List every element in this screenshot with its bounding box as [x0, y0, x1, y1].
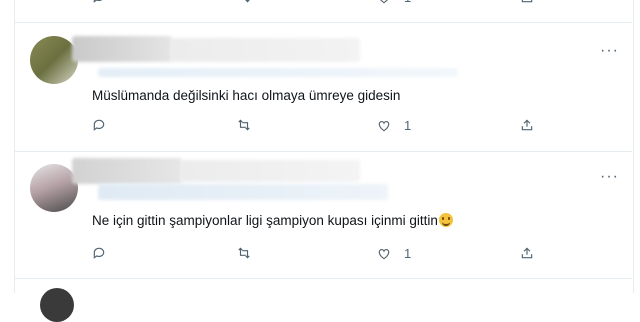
grinning-face-emoji-icon — [438, 213, 453, 227]
like-count: 1 — [404, 0, 411, 5]
tweet-text: Müslümanda değilsinki hacı olmaya ümreye… — [92, 88, 401, 103]
share-button[interactable] — [520, 246, 534, 260]
share-icon — [521, 0, 533, 3]
blurred-handle — [180, 160, 360, 182]
share-icon — [521, 247, 533, 259]
retweet-button[interactable] — [236, 0, 252, 4]
blurred-display-name — [72, 36, 172, 62]
share-button[interactable] — [520, 0, 534, 4]
divider — [14, 278, 632, 279]
partial-action-bar: 1 — [0, 0, 640, 10]
avatar[interactable] — [30, 164, 78, 212]
more-options-button[interactable]: ··· — [600, 169, 619, 185]
avatar[interactable] — [30, 36, 78, 84]
tweet-text: Ne için gittin şampiyonlar ligi şampiyon… — [92, 213, 453, 228]
divider — [14, 22, 632, 23]
reply-button[interactable] — [92, 118, 118, 132]
blurred-display-name — [72, 158, 182, 184]
heart-icon — [378, 120, 390, 131]
reply-icon — [93, 0, 103, 3]
share-button[interactable] — [520, 118, 534, 132]
heart-icon — [378, 248, 390, 259]
retweet-button[interactable] — [236, 118, 264, 132]
action-bar: 1 — [0, 118, 640, 138]
like-count: 1 — [404, 118, 412, 133]
heart-icon — [380, 0, 388, 3]
like-button[interactable]: 1 — [376, 246, 411, 261]
reply-button[interactable] — [92, 246, 118, 260]
like-button[interactable]: 1 — [376, 0, 411, 5]
action-bar: 1 — [0, 246, 640, 266]
reply-button[interactable] — [92, 0, 106, 4]
reply-icon — [93, 119, 105, 131]
more-options-button[interactable]: ··· — [600, 43, 619, 59]
retweet-icon — [238, 247, 250, 259]
avatar[interactable] — [40, 288, 74, 322]
tweet-text-content: Ne için gittin şampiyonlar ligi şampiyon… — [92, 213, 438, 228]
blurred-replying-to — [98, 184, 388, 200]
blurred-replying-to — [98, 68, 458, 77]
divider — [14, 151, 632, 152]
retweet-icon — [238, 119, 250, 131]
like-count: 1 — [404, 246, 412, 261]
like-button[interactable]: 1 — [376, 118, 411, 133]
retweet-icon — [245, 0, 250, 3]
share-icon — [521, 119, 533, 131]
blurred-handle — [170, 38, 360, 62]
retweet-button[interactable] — [236, 246, 264, 260]
reply-icon — [93, 247, 105, 259]
